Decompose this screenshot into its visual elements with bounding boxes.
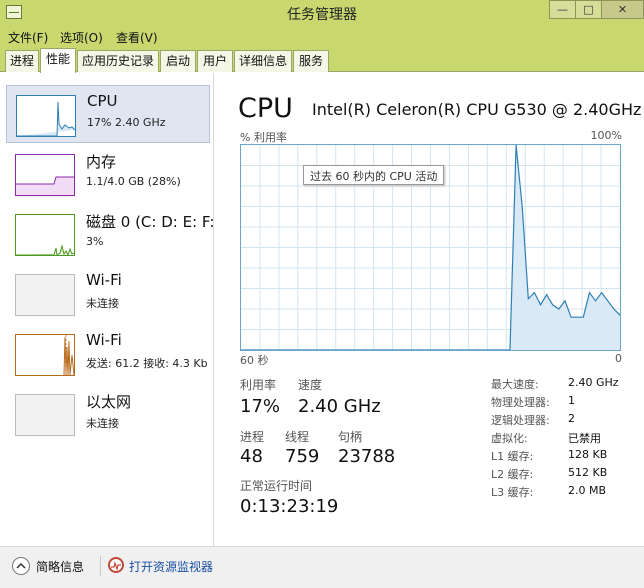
wifi-thumbnail-graph [15,274,75,316]
cpu-thumbnail-graph [16,95,76,137]
resource-name: Wi-Fi [86,331,122,349]
maximize-button[interactable]: □ [575,0,602,19]
spec-label-virtualization: 虚拟化: [491,432,528,445]
resource-name: 内存 [86,153,117,171]
spec-label-l3-cache: L3 缓存: [491,486,534,499]
footer-divider [100,556,101,576]
uptime-value: 0:13:23:19 [240,496,339,517]
chevron-up-icon[interactable] [12,557,30,575]
minimize-button[interactable]: — [549,0,576,19]
tab-bar: 进程 性能 应用历史记录 启动 用户 详细信息 服务 [0,46,644,73]
spec-label-l2-cache: L2 缓存: [491,468,534,481]
tab-performance[interactable]: 性能 [40,48,76,73]
threads-value: 759 [285,446,320,467]
tab-processes[interactable]: 进程 [5,50,39,72]
tab-startup[interactable]: 启动 [160,50,196,72]
open-resource-monitor-link[interactable]: 打开资源监视器 [129,558,213,575]
uptime-label: 正常运行时间 [240,479,313,493]
spec-value-sockets: 1 [568,394,575,407]
spec-label-logical-processors: 逻辑处理器: [491,414,550,427]
resource-name: CPU [87,92,118,110]
resource-detail: 3% [86,235,104,248]
utilization-value: 17% [240,396,281,417]
resource-item-ethernet[interactable]: 以太网 未连接 [6,385,210,443]
title-bar: 任务管理器 — □ ✕ [0,0,644,26]
graph-tooltip: 过去 60 秒内的 CPU 活动 [303,165,445,185]
graph-x-right-label: 0 [615,352,622,365]
spec-value-logical-processors: 2 [568,412,575,425]
fewer-details-link[interactable]: 简略信息 [36,558,84,575]
disk-thumbnail-graph [15,214,75,256]
graph-y-label: % 利用率 [240,131,287,144]
wifi-thumbnail-graph [15,334,75,376]
resource-name: 以太网 [86,393,132,411]
processes-label: 进程 [240,430,265,444]
resource-monitor-icon[interactable] [108,557,124,573]
cpu-model-name: Intel(R) Celeron(R) CPU G530 @ 2.40GHz [312,100,642,119]
spec-value-l2-cache: 512 KB [568,466,608,479]
cpu-detail-panel: CPU Intel(R) Celeron(R) CPU G530 @ 2.40G… [215,73,644,546]
spec-label-l1-cache: L1 缓存: [491,450,534,463]
spec-value-virtualization: 已禁用 [568,432,601,445]
resource-item-wifi-1[interactable]: Wi-Fi 未连接 [6,265,210,323]
menu-bar: 文件(F) 选项(O) 查看(V) [0,26,644,46]
resource-list: CPU 17% 2.40 GHz 内存 1.1/4.0 GB (28%) 磁盘 … [0,73,214,546]
resource-item-wifi-2[interactable]: Wi-Fi 发送: 61.2 接收: 4.3 Kb [6,325,210,383]
tab-users[interactable]: 用户 [197,50,233,72]
graph-x-left-label: 60 秒 [240,354,269,367]
close-button[interactable]: ✕ [601,0,644,19]
spec-value-l1-cache: 128 KB [568,448,608,461]
resource-detail: 未连接 [86,297,119,310]
memory-thumbnail-graph [15,154,75,196]
window-title: 任务管理器 [287,7,357,23]
utilization-label: 利用率 [240,378,277,392]
menu-options[interactable]: 选项(O) [60,29,103,46]
spec-label-max-speed: 最大速度: [491,378,539,391]
spec-value-max-speed: 2.40 GHz [568,376,619,389]
resource-item-disk[interactable]: 磁盘 0 (C: D: E: F: 3% [6,205,214,263]
resource-item-memory[interactable]: 内存 1.1/4.0 GB (28%) [6,145,210,203]
graph-y-max-label: 100% [590,129,622,142]
resource-item-cpu[interactable]: CPU 17% 2.40 GHz [6,85,210,143]
speed-value: 2.40 GHz [298,396,381,417]
resource-name: 磁盘 0 (C: D: E: F: [86,213,215,231]
handles-label: 句柄 [338,430,363,444]
speed-label: 速度 [298,378,323,392]
ethernet-thumbnail-graph [15,394,75,436]
menu-view[interactable]: 查看(V) [116,29,158,46]
tab-services[interactable]: 服务 [293,50,329,72]
footer-bar: 简略信息 打开资源监视器 [0,546,644,588]
tab-details[interactable]: 详细信息 [234,50,292,72]
spec-value-l3-cache: 2.0 MB [568,484,607,497]
tab-app-history[interactable]: 应用历史记录 [77,50,159,72]
menu-file[interactable]: 文件(F) [8,29,48,46]
handles-value: 23788 [338,446,396,467]
processes-value: 48 [240,446,263,467]
spec-label-sockets: 物理处理器: [491,396,550,409]
resource-name: Wi-Fi [86,271,122,289]
resource-detail: 1.1/4.0 GB (28%) [86,175,181,188]
resource-detail: 发送: 61.2 接收: 4.3 Kb [86,357,208,370]
threads-label: 线程 [285,430,310,444]
resource-detail: 17% 2.40 GHz [87,116,166,129]
resource-detail: 未连接 [86,417,119,430]
page-title: CPU [238,93,293,124]
